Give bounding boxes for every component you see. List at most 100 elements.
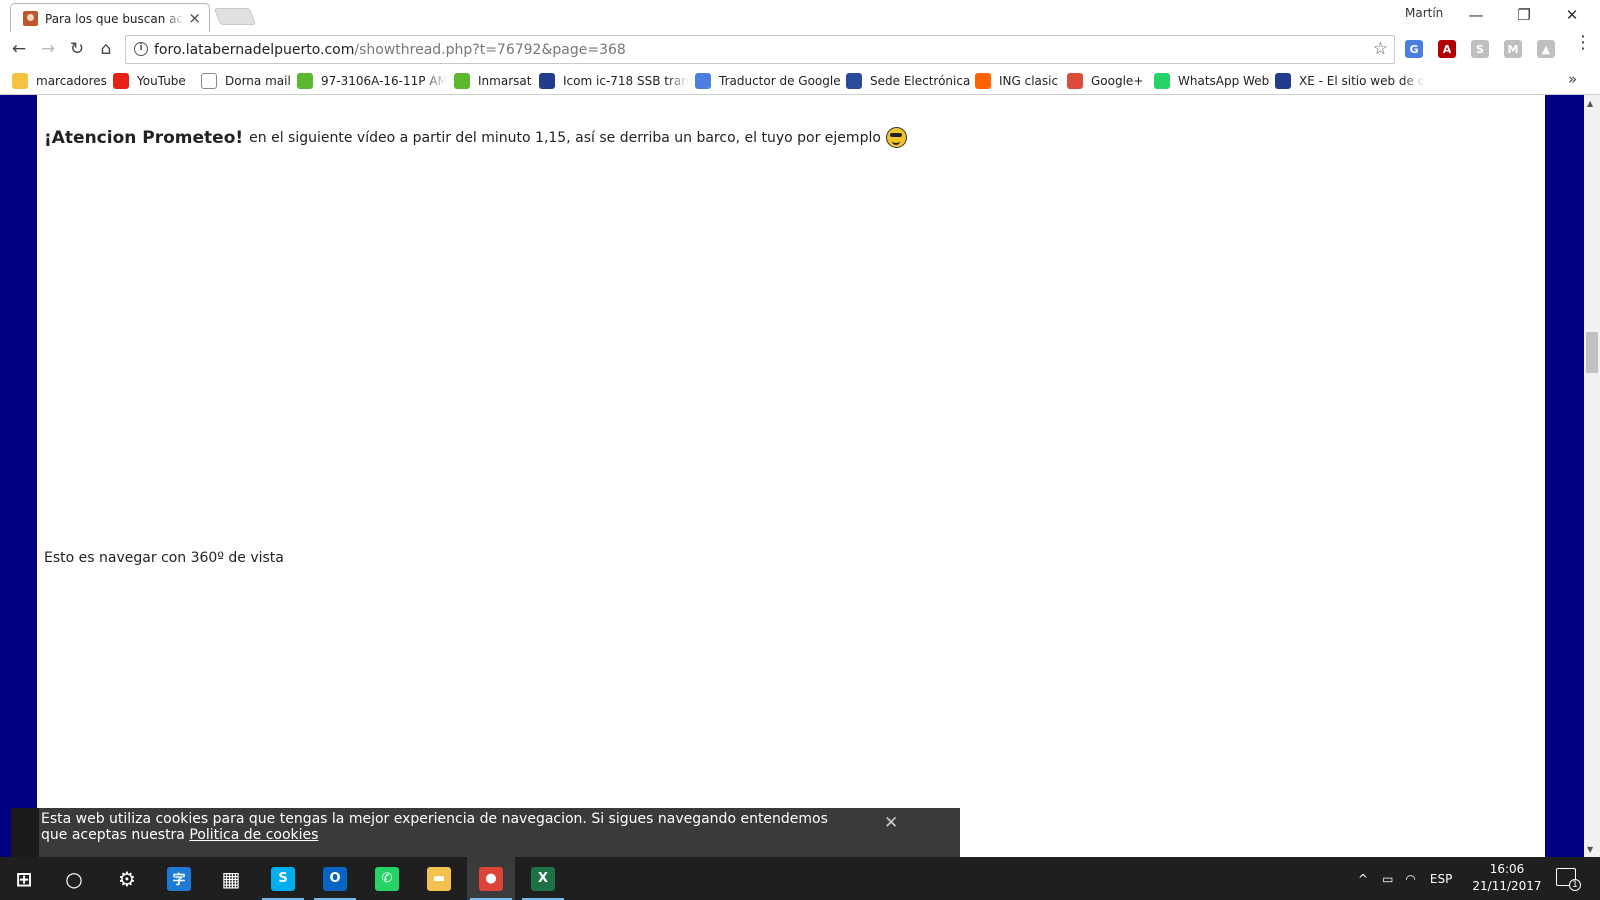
calculator-taskbar-icon[interactable]: ▦ bbox=[207, 857, 255, 900]
cortana-button[interactable]: ○ bbox=[50, 857, 98, 900]
start-button[interactable]: ⊞ bbox=[0, 857, 48, 900]
bookmark-label: ING clasic bbox=[999, 74, 1059, 88]
skype-taskbar-icon[interactable]: S bbox=[259, 857, 307, 900]
icom-icon bbox=[539, 73, 555, 89]
minimize-button[interactable]: — bbox=[1452, 0, 1500, 30]
bookmark-item[interactable]: WhatsApp Web bbox=[1154, 72, 1270, 90]
address-bar[interactable]: i foro.latabernadelpuerto.com/showthread… bbox=[125, 35, 1395, 64]
outlook-taskbar-icon[interactable]: O bbox=[311, 857, 359, 900]
bookmark-item[interactable]: YouTube bbox=[113, 72, 193, 90]
cookie-banner: Esta web utiliza cookies para que tengas… bbox=[11, 808, 960, 858]
whatsapp-taskbar-icon[interactable]: ✆ bbox=[363, 857, 411, 900]
forum-post-content: ¡Atencion Prometeo! en el siguiente víde… bbox=[37, 95, 1545, 857]
bookmark-label: Inmarsat bbox=[478, 74, 532, 88]
youtube-icon bbox=[113, 73, 129, 89]
web-page: ¡Atencion Prometeo! en el siguiente víde… bbox=[0, 95, 1584, 857]
cookie-policy-link[interactable]: Politica de cookies bbox=[189, 827, 318, 843]
post-text: en el siguiente vídeo a partir del minut… bbox=[249, 129, 881, 146]
profile-name[interactable]: Martín bbox=[1405, 6, 1443, 20]
scroll-up-arrow-icon[interactable]: ▲ bbox=[1587, 99, 1593, 108]
m-icon bbox=[454, 73, 470, 89]
browser-menu-button[interactable]: ⋮ bbox=[1574, 34, 1592, 52]
language-indicator[interactable]: ESP bbox=[1430, 872, 1452, 886]
pdf-extension-icon[interactable]: A bbox=[1438, 40, 1456, 58]
home-button[interactable]: ⌂ bbox=[95, 38, 117, 60]
bookmark-item[interactable]: Traductor de Google bbox=[695, 72, 841, 90]
bookmark-label: Dorna mail bbox=[225, 74, 291, 88]
ing-icon bbox=[975, 73, 991, 89]
mega-extension-icon[interactable]: M bbox=[1504, 40, 1522, 58]
action-center-icon[interactable]: 1 bbox=[1556, 868, 1581, 891]
file-explorer-taskbar-icon[interactable]: ▬ bbox=[415, 857, 463, 900]
wifi-icon[interactable]: ◠ bbox=[1405, 872, 1415, 886]
back-button[interactable]: ← bbox=[8, 38, 30, 60]
chrome-taskbar-icon[interactable]: ● bbox=[467, 857, 515, 900]
cookie-close-icon[interactable]: ✕ bbox=[884, 813, 898, 833]
post-paragraph: ¡Atencion Prometeo! en el siguiente víde… bbox=[44, 127, 907, 148]
excel-taskbar-icon[interactable]: X bbox=[519, 857, 567, 900]
sede-icon bbox=[846, 73, 862, 89]
bookmark-label: WhatsApp Web bbox=[1178, 74, 1270, 88]
calculator-taskbar-icon-glyph-icon: ▦ bbox=[221, 866, 241, 891]
smiley-emoji-icon bbox=[885, 127, 907, 148]
post-paragraph-2: Esto es navegar con 360º de vista bbox=[44, 550, 284, 566]
start-glyph-icon: ⊞ bbox=[15, 866, 33, 891]
bookmarks-overflow-button[interactable]: » bbox=[1568, 70, 1577, 88]
bookmarks-bar: » marcadores YouTube Dorna mail 97-3106A-16… bbox=[0, 66, 1600, 95]
file-explorer-taskbar-icon-glyph-icon: ▬ bbox=[427, 866, 451, 891]
browser-tab-active[interactable]: Para los que buscan acer × bbox=[10, 3, 210, 32]
notification-count: 1 bbox=[1569, 879, 1581, 891]
skype-taskbar-icon-glyph-icon: S bbox=[271, 866, 295, 891]
browser-toolbar: ← → ↻ ⌂ i foro.latabernadelpuerto.com/sh… bbox=[0, 32, 1600, 66]
site-favicon-icon bbox=[23, 11, 38, 26]
reload-button[interactable]: ↻ bbox=[66, 38, 88, 60]
dictionary-taskbar-icon[interactable]: 字 bbox=[155, 857, 203, 900]
bookmark-label: Google+ bbox=[1091, 74, 1144, 88]
tab-strip: Para los que buscan acer × Martín — ❐ ✕ bbox=[0, 0, 1600, 32]
bookmark-item[interactable]: Icom ic-718 SSB trans bbox=[539, 72, 689, 90]
system-tray: ^ ▭ ◠ ESP bbox=[1358, 857, 1452, 900]
bookmark-item[interactable]: 97-3106A-16-11P AM bbox=[297, 72, 447, 90]
chrome-taskbar-icon-glyph-icon: ● bbox=[479, 866, 503, 891]
scroll-down-arrow-icon[interactable]: ▼ bbox=[1587, 845, 1593, 854]
bookmark-item[interactable]: Inmarsat bbox=[454, 72, 536, 90]
battery-icon[interactable]: ▭ bbox=[1382, 872, 1393, 886]
clock-time: 16:06 bbox=[1489, 862, 1525, 876]
cloud-extension-icon[interactable]: ▲ bbox=[1537, 40, 1555, 58]
vertical-scrollbar[interactable]: ▲ ▼ bbox=[1584, 95, 1600, 857]
bookmark-star-icon[interactable]: ☆ bbox=[1373, 39, 1388, 59]
folder-icon bbox=[12, 73, 28, 89]
settings-taskbar-icon-glyph-icon: ⚙ bbox=[118, 866, 136, 891]
bookmark-item[interactable]: Dorna mail bbox=[201, 72, 293, 90]
tray-expand-icon[interactable]: ^ bbox=[1358, 872, 1368, 886]
clock[interactable]: 16:06 21/11/2017 bbox=[1467, 861, 1547, 895]
bookmark-label: marcadores bbox=[36, 74, 107, 88]
url-text[interactable]: foro.latabernadelpuerto.com/showthread.p… bbox=[154, 42, 626, 58]
cookie-text: Esta web utiliza cookies para que tengas… bbox=[41, 811, 828, 843]
bookmark-label: 97-3106A-16-11P AM bbox=[321, 74, 447, 88]
bookmark-item[interactable]: Google+ bbox=[1067, 72, 1147, 90]
xe-icon bbox=[1275, 73, 1291, 89]
whatsapp-icon bbox=[1154, 73, 1170, 89]
outlook-taskbar-icon-glyph-icon: O bbox=[323, 866, 347, 891]
whatsapp-taskbar-icon-glyph-icon: ✆ bbox=[375, 866, 399, 891]
bookmark-item[interactable]: XE - El sitio web de cc bbox=[1275, 72, 1425, 90]
bookmark-item[interactable]: marcadores bbox=[12, 72, 112, 90]
url-host: foro.latabernadelpuerto.com bbox=[154, 42, 355, 58]
bookmark-label: Sede Electrónica bbox=[870, 74, 971, 88]
settings-taskbar-icon[interactable]: ⚙ bbox=[103, 857, 151, 900]
new-tab-button[interactable] bbox=[213, 8, 257, 25]
translate-extension-icon[interactable]: G bbox=[1405, 40, 1423, 58]
skype-extension-icon[interactable]: S bbox=[1471, 40, 1489, 58]
site-info-icon[interactable]: i bbox=[134, 42, 148, 56]
bookmark-item[interactable]: Sede Electrónica bbox=[846, 72, 976, 90]
restore-button[interactable]: ❐ bbox=[1500, 0, 1548, 30]
window-close-button[interactable]: ✕ bbox=[1548, 0, 1596, 30]
scrollbar-thumb[interactable] bbox=[1586, 332, 1598, 373]
google-plus-icon bbox=[1067, 73, 1083, 89]
url-path: /showthread.php?t=76792&page=368 bbox=[354, 42, 626, 58]
tab-close-icon[interactable]: × bbox=[188, 9, 201, 27]
forward-button[interactable]: → bbox=[37, 38, 59, 60]
bookmark-item[interactable]: ING clasic bbox=[975, 72, 1063, 90]
cortana-glyph-icon: ○ bbox=[65, 866, 83, 891]
